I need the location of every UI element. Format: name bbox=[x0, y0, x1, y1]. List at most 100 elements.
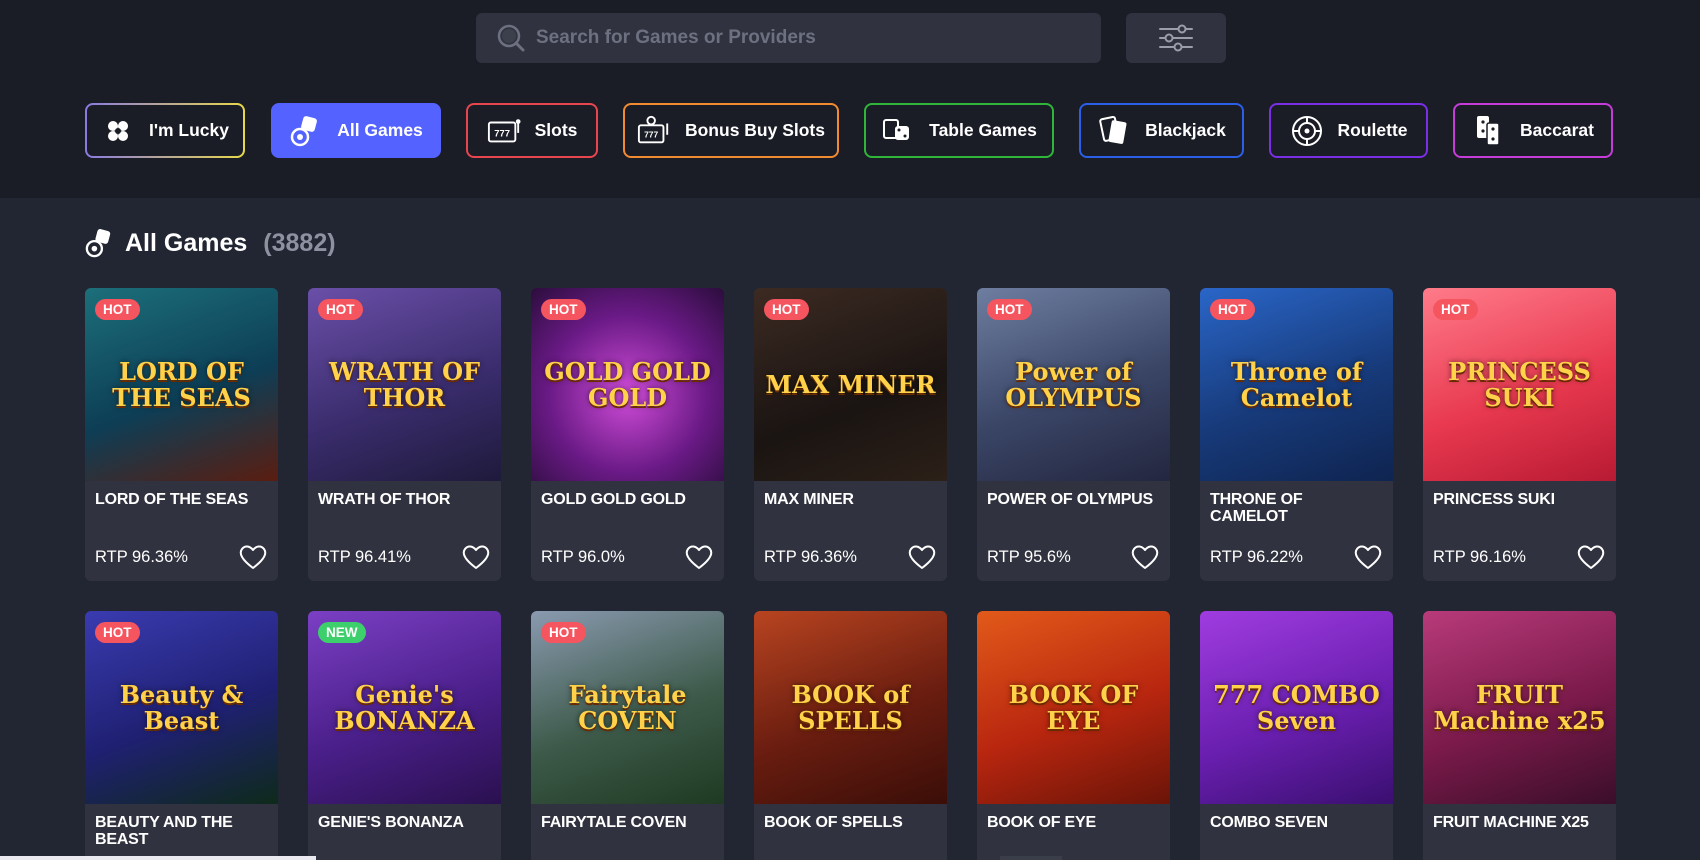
filter-button[interactable] bbox=[1126, 13, 1226, 63]
game-title: THRONE OF CAMELOT bbox=[1210, 491, 1303, 525]
game-title: FAIRYTALE COVEN bbox=[541, 814, 687, 831]
game-logo-art: BOOK OF EYE bbox=[1008, 680, 1139, 735]
game-card[interactable]: Throne of Camelot HOT THRONE OF CAMELOT RTP… bbox=[1200, 288, 1393, 581]
category-label: Baccarat bbox=[1520, 120, 1594, 140]
game-card[interactable]: Genie's BONANZA NEW GENIE'S BONANZA bbox=[308, 611, 501, 860]
game-logo-art: BOOK of SPELLS bbox=[791, 680, 910, 735]
scroll-indicator bbox=[1000, 856, 1062, 860]
category-bonus-buy-slots[interactable]: 777 Bonus Buy Slots bbox=[623, 103, 839, 158]
category-label: Roulette bbox=[1337, 120, 1408, 140]
hot-badge: HOT bbox=[764, 299, 809, 320]
game-title: GENIE'S BONANZA bbox=[318, 814, 464, 831]
game-card[interactable]: Power of OLYMPUS HOT POWER OF OLYMPUS RTP 9… bbox=[977, 288, 1170, 581]
slot-machine-icon: 777 bbox=[487, 114, 521, 148]
favorite-heart-icon[interactable] bbox=[1130, 544, 1160, 570]
sliders-icon bbox=[1159, 24, 1193, 52]
game-thumbnail[interactable]: PRINCESS SUKI HOT bbox=[1423, 288, 1616, 481]
game-logo-art: Throne of Camelot bbox=[1230, 357, 1363, 412]
rtp-value: RTP 96.16% bbox=[1433, 547, 1526, 566]
search-input[interactable] bbox=[536, 27, 1056, 49]
game-thumbnail[interactable]: 777 COMBO Seven bbox=[1200, 611, 1393, 804]
game-thumbnail[interactable]: BOOK OF EYE bbox=[977, 611, 1170, 804]
new-badge: NEW bbox=[318, 622, 366, 643]
game-card[interactable]: MAX MINER HOT MAX MINER RTP 96.36% bbox=[754, 288, 947, 581]
game-card[interactable]: 777 COMBO Seven COMBO SEVEN bbox=[1200, 611, 1393, 860]
hot-badge: HOT bbox=[541, 622, 586, 643]
dominoes-icon bbox=[1472, 114, 1506, 148]
game-thumbnail[interactable]: FRUIT Machine x25 bbox=[1423, 611, 1616, 804]
hot-badge: HOT bbox=[541, 299, 586, 320]
game-card-footer: RTP 96.22% bbox=[1200, 537, 1393, 577]
game-thumbnail[interactable]: Throne of Camelot HOT bbox=[1200, 288, 1393, 481]
game-title: BOOK OF SPELLS bbox=[764, 814, 903, 831]
game-card[interactable]: Fairytale COVEN HOT FAIRYTALE COVEN bbox=[531, 611, 724, 860]
game-title: GOLD GOLD GOLD bbox=[541, 491, 686, 508]
game-card-footer: RTP 96.0% bbox=[531, 537, 724, 577]
rtp-value: RTP 96.36% bbox=[95, 547, 188, 566]
game-thumbnail[interactable]: Beauty & Beast HOT bbox=[85, 611, 278, 804]
game-thumbnail[interactable]: BOOK of SPELLS bbox=[754, 611, 947, 804]
game-card-footer: RTP 96.36% bbox=[754, 537, 947, 577]
favorite-heart-icon[interactable] bbox=[907, 544, 937, 570]
game-logo-art: Beauty & Beast bbox=[119, 680, 244, 735]
svg-text:777: 777 bbox=[494, 128, 510, 139]
game-title: PRINCESS SUKI bbox=[1433, 491, 1555, 508]
game-title: LORD OF THE SEAS bbox=[95, 491, 249, 508]
game-card-footer: RTP 96.36% bbox=[85, 537, 278, 577]
svg-text:777: 777 bbox=[644, 129, 658, 139]
game-card[interactable]: BOOK OF EYE BOOK OF EYE bbox=[977, 611, 1170, 860]
game-card[interactable]: LORD OF THE SEAS HOT LORD OF THE SEAS RTP 9… bbox=[85, 288, 278, 581]
favorite-heart-icon[interactable] bbox=[461, 544, 491, 570]
category-label: I'm Lucky bbox=[148, 120, 230, 140]
rtp-value: RTP 96.0% bbox=[541, 547, 625, 566]
games-count: (3882) bbox=[263, 228, 336, 257]
dice-icon bbox=[289, 114, 323, 148]
game-thumbnail[interactable]: GOLD GOLD GOLD HOT bbox=[531, 288, 724, 481]
category-all-games[interactable]: All Games bbox=[271, 103, 441, 158]
favorite-heart-icon[interactable] bbox=[1576, 544, 1606, 570]
top-bar: I'm Lucky All Games 777 Slots 777 Bonus … bbox=[0, 0, 1700, 198]
game-logo-art: GOLD GOLD GOLD bbox=[544, 357, 711, 412]
game-card[interactable]: FRUIT Machine x25 FRUIT MACHINE X25 bbox=[1423, 611, 1616, 860]
category-label: Table Games bbox=[929, 120, 1037, 140]
game-card[interactable]: Beauty & Beast HOT BEAUTY AND THE BEAST bbox=[85, 611, 278, 860]
category-label: Bonus Buy Slots bbox=[684, 120, 825, 140]
game-card[interactable]: PRINCESS SUKI HOT PRINCESS SUKI RTP 96.16% bbox=[1423, 288, 1616, 581]
clover-icon bbox=[101, 114, 135, 148]
game-card[interactable]: WRATH OF THOR HOT WRATH OF THOR RTP 96.41% bbox=[308, 288, 501, 581]
hot-badge: HOT bbox=[1210, 299, 1255, 320]
favorite-heart-icon[interactable] bbox=[684, 544, 714, 570]
game-logo-art: WRATH OF THOR bbox=[328, 357, 481, 412]
favorite-heart-icon[interactable] bbox=[1353, 544, 1383, 570]
category-blackjack[interactable]: Blackjack bbox=[1079, 103, 1244, 158]
game-logo-art: Fairytale COVEN bbox=[568, 680, 687, 735]
hot-badge: HOT bbox=[1433, 299, 1478, 320]
cards-icon bbox=[1097, 114, 1131, 148]
search-bar[interactable] bbox=[476, 13, 1101, 63]
game-logo-art: Genie's BONANZA bbox=[334, 680, 475, 735]
hot-badge: HOT bbox=[95, 299, 140, 320]
category-baccarat[interactable]: Baccarat bbox=[1453, 103, 1613, 158]
rtp-value: RTP 95.6% bbox=[987, 547, 1071, 566]
game-thumbnail[interactable]: LORD OF THE SEAS HOT bbox=[85, 288, 278, 481]
game-thumbnail[interactable]: Fairytale COVEN HOT bbox=[531, 611, 724, 804]
roulette-icon bbox=[1290, 114, 1324, 148]
horizontal-scrollbar[interactable] bbox=[0, 856, 316, 860]
game-title: FRUIT MACHINE X25 bbox=[1433, 814, 1589, 831]
game-card[interactable]: GOLD GOLD GOLD HOT GOLD GOLD GOLD RTP 96.0% bbox=[531, 288, 724, 581]
game-title: WRATH OF THOR bbox=[318, 491, 451, 508]
game-thumbnail[interactable]: WRATH OF THOR HOT bbox=[308, 288, 501, 481]
favorite-heart-icon[interactable] bbox=[238, 544, 268, 570]
category-label: All Games bbox=[337, 120, 423, 140]
game-thumbnail[interactable]: Power of OLYMPUS HOT bbox=[977, 288, 1170, 481]
category-im-lucky[interactable]: I'm Lucky bbox=[85, 103, 245, 158]
game-logo-art: 777 COMBO Seven bbox=[1213, 680, 1380, 735]
game-thumbnail[interactable]: Genie's BONANZA NEW bbox=[308, 611, 501, 804]
dice-icon bbox=[85, 229, 111, 258]
hot-badge: HOT bbox=[987, 299, 1032, 320]
category-table-games[interactable]: Table Games bbox=[864, 103, 1054, 158]
category-roulette[interactable]: Roulette bbox=[1269, 103, 1428, 158]
category-slots[interactable]: 777 Slots bbox=[466, 103, 598, 158]
game-card[interactable]: BOOK of SPELLS BOOK OF SPELLS bbox=[754, 611, 947, 860]
game-thumbnail[interactable]: MAX MINER HOT bbox=[754, 288, 947, 481]
